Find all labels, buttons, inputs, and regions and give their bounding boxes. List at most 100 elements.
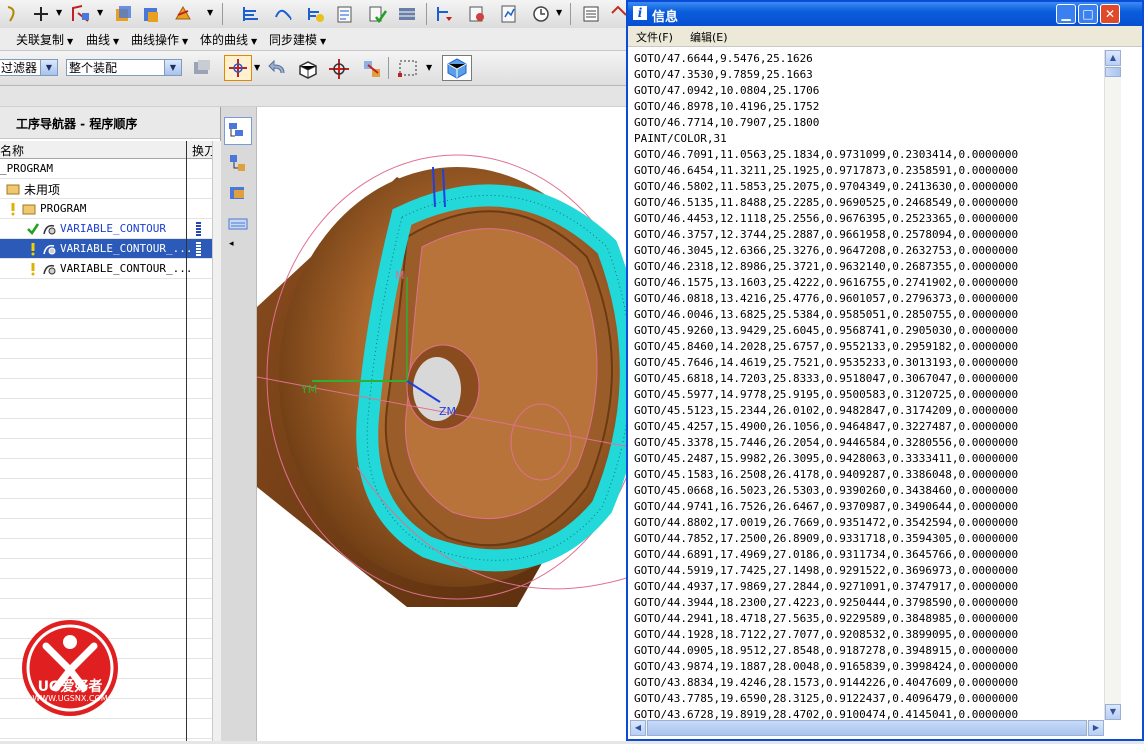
shop-docs-icon[interactable] bbox=[396, 3, 418, 25]
output-cls-icon[interactable] bbox=[466, 3, 488, 25]
info-horizontal-scrollbar[interactable]: ◀ ▶ bbox=[630, 720, 1104, 736]
folder-icon bbox=[6, 184, 20, 195]
info-menubar: 文件(F) 编辑(E) bbox=[628, 26, 1142, 47]
info-line: GOTO/44.3944,18.2300,27.4223,0.9250444,0… bbox=[634, 596, 1019, 609]
hscroll-thumb[interactable] bbox=[647, 720, 1087, 736]
info-line: GOTO/47.3530,9.7859,25.1663 bbox=[634, 68, 813, 81]
menu-sync-modeling[interactable]: 同步建模 ▼ bbox=[269, 31, 326, 48]
chevron-down-icon[interactable]: ▼ bbox=[164, 60, 181, 75]
rectangle-select-icon[interactable] bbox=[396, 57, 420, 79]
column-divider bbox=[186, 141, 187, 741]
dropdown-arrow-icon[interactable]: ▼ bbox=[97, 8, 103, 17]
watermark-url: WWW.UGSNX.COM bbox=[32, 694, 108, 703]
undo-arrow-icon[interactable] bbox=[266, 59, 288, 79]
point-plus-icon[interactable] bbox=[30, 3, 52, 25]
dropdown-arrow-icon[interactable]: ▼ bbox=[556, 8, 562, 17]
snap-target-icon[interactable] bbox=[326, 57, 352, 81]
menu-bar: 关联复制 ▼ 曲线 ▼ 曲线操作 ▼ 体的曲线 ▼ 同步建模 ▼ bbox=[0, 28, 630, 51]
dropdown-arrow-icon[interactable]: ▼ bbox=[56, 8, 62, 17]
revolve-icon[interactable] bbox=[140, 3, 162, 25]
collapse-arrow-icon[interactable]: ◂ bbox=[229, 239, 234, 249]
postprocess-icon[interactable] bbox=[434, 3, 456, 25]
menu-curve[interactable]: 曲线 ▼ bbox=[86, 31, 119, 48]
tree-row-program-root[interactable]: _PROGRAM bbox=[0, 159, 212, 179]
navigator-scrollbar[interactable] bbox=[212, 141, 221, 741]
info-line: GOTO/46.0046,13.6825,25.5384,0.9585051,0… bbox=[634, 308, 1019, 321]
menu-associative-copy[interactable]: 关联复制 ▼ bbox=[16, 31, 73, 48]
menu-curve-ops[interactable]: 曲线操作 ▼ bbox=[131, 31, 188, 48]
shop-report-icon[interactable] bbox=[498, 3, 520, 25]
datum-plane-icon[interactable] bbox=[70, 3, 92, 25]
scroll-left-icon[interactable]: ◀ bbox=[630, 720, 646, 736]
verify-toolpath-icon[interactable] bbox=[304, 3, 326, 25]
replay-toolpath-icon[interactable] bbox=[272, 3, 294, 25]
list-toolpath-icon[interactable] bbox=[334, 3, 356, 25]
close-button[interactable]: ✕ bbox=[1100, 4, 1120, 24]
operation-navigator-tab[interactable] bbox=[224, 117, 252, 145]
dropdown-arrow-icon[interactable]: ▼ bbox=[426, 63, 432, 72]
tree-row-operation-3[interactable]: VARIABLE_CONTOUR_... bbox=[0, 259, 212, 279]
postprocess-check-icon[interactable] bbox=[366, 3, 388, 25]
select-feature-icon[interactable] bbox=[360, 57, 386, 81]
scroll-up-icon[interactable]: ▲ bbox=[1105, 50, 1121, 66]
col-toolchange-header[interactable]: 换刀 bbox=[192, 142, 212, 159]
select-body-icon[interactable] bbox=[296, 58, 320, 80]
graphics-viewport[interactable]: YM ZM M bbox=[256, 107, 648, 741]
info-vertical-scrollbar[interactable]: ▲ ▼ bbox=[1104, 50, 1121, 720]
snap-point-button[interactable] bbox=[224, 55, 252, 81]
assembly-scope-select[interactable]: 整个装配 ▼ bbox=[66, 59, 182, 76]
info-line: GOTO/46.1575,13.1603,25.4222,0.9616755,0… bbox=[634, 276, 1019, 289]
machine-navigator-icon[interactable] bbox=[226, 151, 250, 175]
maximize-button[interactable]: □ bbox=[1078, 4, 1098, 24]
info-line: GOTO/46.5802,11.5853,25.2075,0.9704349,0… bbox=[634, 180, 1019, 193]
dropdown-arrow-icon[interactable]: ▼ bbox=[254, 63, 260, 72]
curve-tool-icon[interactable] bbox=[2, 3, 24, 25]
menu-edit[interactable]: 编辑(E) bbox=[690, 29, 728, 45]
scroll-thumb[interactable] bbox=[1105, 67, 1121, 77]
contour-op-icon bbox=[43, 244, 56, 255]
info-line: GOTO/43.8834,19.4246,28.1573,0.9144226,0… bbox=[634, 676, 1019, 689]
info-line: PAINT/COLOR,31 bbox=[634, 132, 727, 145]
info-line: GOTO/44.0905,18.9512,27.8548,0.9187278,0… bbox=[634, 644, 1019, 657]
type-filter-select[interactable]: 过滤器 ▼ bbox=[0, 59, 58, 76]
tree-row-operation-2-selected[interactable]: VARIABLE_CONTOUR_... bbox=[0, 239, 212, 259]
tree-row-program[interactable]: PROGRAM bbox=[0, 199, 212, 219]
info-line: GOTO/46.7091,11.0563,25.1834,0.9731099,0… bbox=[634, 148, 1019, 161]
info-line: GOTO/45.5977,14.9778,25.9195,0.9500583,0… bbox=[634, 388, 1019, 401]
view-orient-button[interactable] bbox=[442, 55, 472, 81]
navigator-header: 名称 换刀 bbox=[0, 141, 212, 159]
extrude-icon[interactable] bbox=[112, 3, 134, 25]
scroll-down-icon[interactable]: ▼ bbox=[1105, 704, 1121, 720]
info-line: GOTO/46.8978,10.4196,25.1752 bbox=[634, 100, 820, 113]
info-line: GOTO/43.6728,19.8919,28.4702,0.9100474,0… bbox=[634, 708, 1019, 721]
generate-toolpath-icon[interactable] bbox=[240, 3, 262, 25]
minimize-button[interactable]: ▁ bbox=[1056, 4, 1076, 24]
info-line: GOTO/45.9260,13.9429,25.6045,0.9568741,0… bbox=[634, 324, 1019, 337]
part-navigator-icon[interactable] bbox=[226, 181, 250, 205]
info-line: GOTO/45.1583,16.2508,26.4178,0.9409287,0… bbox=[634, 468, 1019, 481]
feature-navigator-icon[interactable] bbox=[226, 211, 250, 235]
dropdown-arrow-icon[interactable]: ▼ bbox=[207, 8, 213, 17]
menu-body-curves[interactable]: 体的曲线 ▼ bbox=[200, 31, 257, 48]
chevron-down-icon[interactable]: ▼ bbox=[40, 60, 57, 75]
info-icon: i bbox=[633, 6, 647, 20]
operation-list-icon[interactable] bbox=[580, 3, 602, 25]
select-component-icon[interactable] bbox=[190, 57, 214, 79]
info-line: GOTO/47.0942,10.0804,25.1706 bbox=[634, 84, 820, 97]
info-line: GOTO/45.3378,15.7446,26.2054,0.9446584,0… bbox=[634, 436, 1019, 449]
time-icon[interactable] bbox=[530, 3, 552, 25]
watermark-brand: UG爱好者 bbox=[37, 679, 103, 695]
info-text-area[interactable]: GOTO/47.6644,9.5476,25.1626 GOTO/47.3530,… bbox=[634, 51, 1104, 721]
folder-icon bbox=[22, 204, 36, 215]
info-titlebar[interactable]: i 信息 ▁ □ ✕ bbox=[628, 2, 1142, 26]
col-name-header[interactable]: 名称 bbox=[0, 142, 24, 159]
blend-icon[interactable] bbox=[172, 3, 194, 25]
checkmark-icon bbox=[27, 223, 40, 235]
scroll-right-icon[interactable]: ▶ bbox=[1088, 720, 1104, 736]
info-line: GOTO/43.7785,19.6590,28.3125,0.9122437,0… bbox=[634, 692, 1019, 705]
menu-file[interactable]: 文件(F) bbox=[636, 29, 673, 45]
tree-row-operation-1[interactable]: VARIABLE_CONTOUR bbox=[0, 219, 212, 239]
xm-axis-label: M bbox=[395, 269, 405, 282]
model-view[interactable]: YM ZM M bbox=[256, 107, 648, 741]
tree-row-unused[interactable]: 未用项 bbox=[0, 179, 212, 199]
